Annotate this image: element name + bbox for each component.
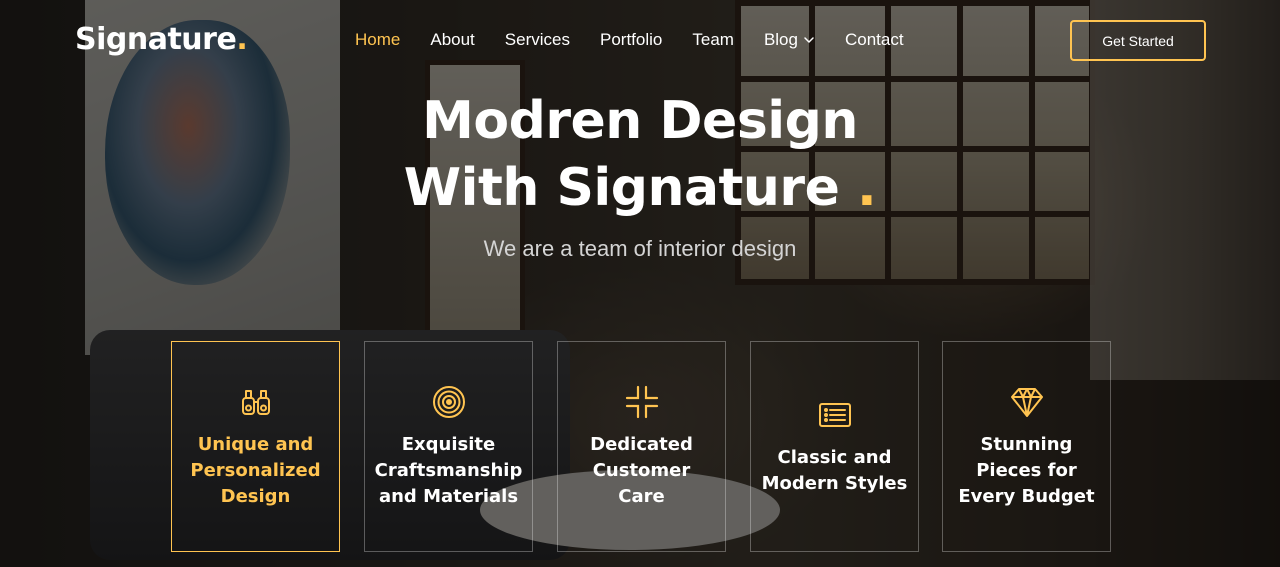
list-card-icon bbox=[818, 402, 851, 427]
get-started-button[interactable]: Get Started bbox=[1070, 20, 1206, 61]
binoculars-icon bbox=[241, 389, 270, 415]
main-nav: Home About Services Portfolio Team Blog … bbox=[340, 29, 919, 51]
hero-title-line2: With Signature bbox=[403, 158, 840, 218]
feature-boxes: Unique and Personalized Design Exquisite… bbox=[171, 341, 1111, 552]
shrink-icon bbox=[625, 385, 658, 418]
feature-label: Dedicated Customer Care bbox=[590, 433, 693, 507]
nav-services[interactable]: Services bbox=[490, 29, 585, 51]
feature-label: Stunning Pieces for Every Budget bbox=[958, 433, 1095, 507]
nav-home[interactable]: Home bbox=[340, 29, 415, 51]
feature-box-styles[interactable]: Classic and Modern Styles bbox=[750, 341, 919, 552]
logo-dot: . bbox=[236, 22, 248, 57]
feature-label: Classic and Modern Styles bbox=[761, 446, 908, 494]
feature-box-budget[interactable]: Stunning Pieces for Every Budget bbox=[942, 341, 1111, 552]
feature-label: Unique and Personalized Design bbox=[190, 433, 321, 507]
feature-box-craftsmanship[interactable]: Exquisite Craftsmanship and Materials bbox=[364, 341, 533, 552]
hero-subtitle: We are a team of interior design bbox=[483, 236, 797, 261]
nav-team[interactable]: Team bbox=[677, 29, 749, 51]
target-icon bbox=[432, 385, 465, 418]
gem-icon bbox=[1010, 387, 1043, 417]
nav-blog[interactable]: Blog bbox=[749, 29, 830, 51]
hero-title: Modren Design With Signature . bbox=[0, 88, 1280, 222]
nav-contact[interactable]: Contact bbox=[830, 29, 919, 51]
nav-about[interactable]: About bbox=[415, 29, 489, 51]
feature-box-unique[interactable]: Unique and Personalized Design bbox=[171, 341, 340, 552]
logo-text: Signature bbox=[75, 22, 237, 57]
nav-portfolio[interactable]: Portfolio bbox=[585, 29, 677, 51]
hero-title-dot: . bbox=[856, 158, 877, 218]
site-logo[interactable]: Signature. bbox=[75, 22, 248, 57]
chevron-down-icon bbox=[804, 37, 814, 43]
hero-title-line1: Modren Design bbox=[422, 91, 858, 151]
feature-label: Exquisite Craftsmanship and Materials bbox=[374, 433, 523, 507]
nav-blog-label: Blog bbox=[763, 30, 798, 49]
feature-box-customer-care[interactable]: Dedicated Customer Care bbox=[557, 341, 726, 552]
